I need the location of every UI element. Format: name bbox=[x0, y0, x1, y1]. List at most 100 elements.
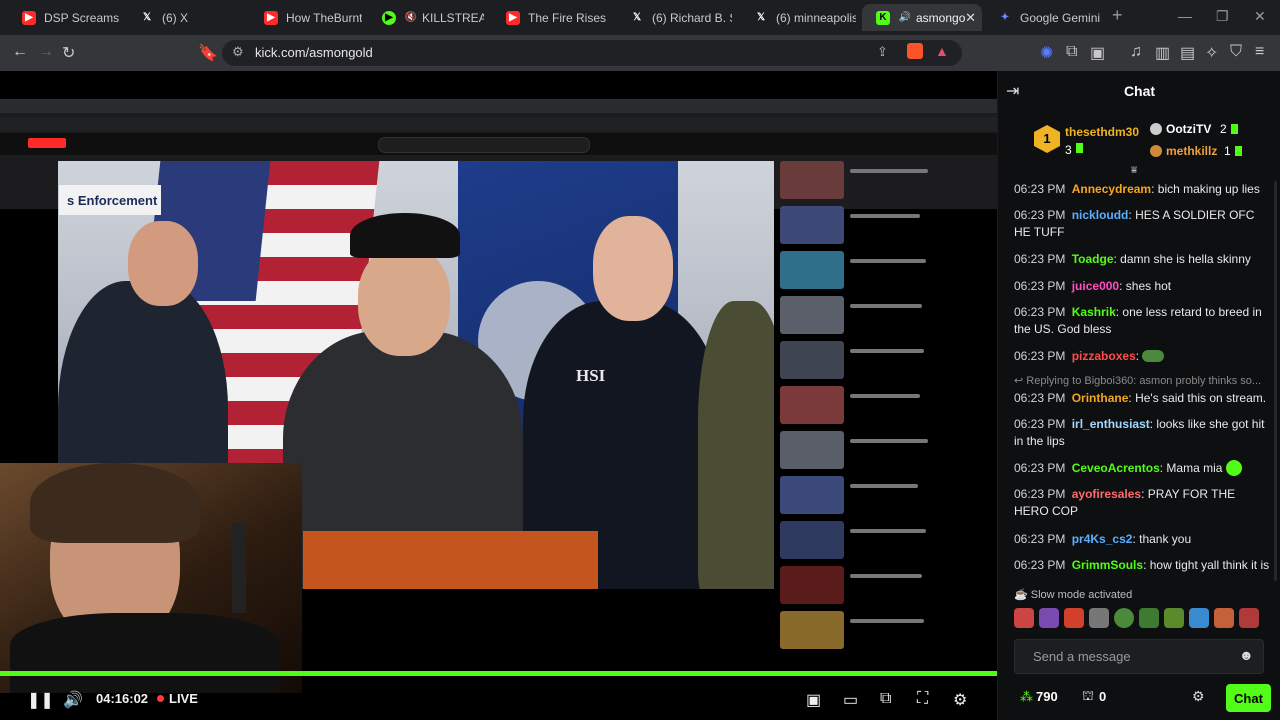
wallet-icon[interactable]: ▤ bbox=[1180, 43, 1195, 63]
chat-message[interactable]: 06:23 PM Annecydream: bich making up lie… bbox=[1014, 181, 1270, 198]
live-dot bbox=[157, 695, 164, 702]
chat-message[interactable]: 06:23 PM Orinthane: He's said this on st… bbox=[1014, 390, 1270, 407]
menu-icon[interactable]: ≡ bbox=[1255, 43, 1264, 61]
message-user[interactable]: Toadge bbox=[1072, 252, 1114, 266]
emote-icon[interactable] bbox=[1089, 608, 1109, 628]
message-user[interactable]: pr4Ks_cs2 bbox=[1072, 532, 1133, 546]
audio-icon[interactable]: 🔊 bbox=[898, 11, 912, 25]
chat-message[interactable]: 06:23 PM CeveoAcrentos: Mama mia bbox=[1014, 460, 1270, 477]
back-icon[interactable]: ← bbox=[12, 43, 28, 61]
media-icon[interactable]: ♫ bbox=[1130, 43, 1142, 61]
message-user[interactable]: juice000 bbox=[1072, 279, 1119, 293]
emote-icon[interactable] bbox=[1114, 608, 1134, 628]
browser-tab[interactable]: ▶ The Fire Rises HO bbox=[492, 4, 614, 31]
stream-progress-bar[interactable] bbox=[0, 671, 997, 676]
browser-tab[interactable]: 𝕏 (6) Richard B. Spe bbox=[616, 4, 738, 31]
restore-icon[interactable]: ❐ bbox=[1216, 8, 1229, 25]
chat-message[interactable]: 06:23 PM juice000: shes hot bbox=[1014, 278, 1270, 295]
chat-message[interactable]: 06:23 PM GrimmSouls: how tight yall thin… bbox=[1014, 557, 1270, 574]
browser-tab[interactable]: 𝕏 (6) X bbox=[126, 4, 250, 31]
message-user[interactable]: CeveoAcrentos bbox=[1072, 461, 1160, 475]
video-player[interactable]: HSI s Enforcement ❚❚ 🔊 04:16:02 LIVE ▣ ▭… bbox=[0, 71, 997, 720]
chat-message[interactable]: 06:23 PM irl_enthusiast: looks like she … bbox=[1014, 416, 1270, 450]
browser-tab-active[interactable]: K 🔊 asmongold ✕ bbox=[862, 4, 982, 31]
send-chat-button[interactable]: Chat bbox=[1226, 684, 1271, 712]
puzzle-icon[interactable]: ⧉ bbox=[1066, 43, 1077, 61]
emote-icon[interactable] bbox=[1214, 608, 1234, 628]
emote-icon[interactable] bbox=[1239, 608, 1259, 628]
message-user[interactable]: Orinthane bbox=[1072, 391, 1129, 405]
emote-icon[interactable] bbox=[1014, 608, 1034, 628]
message-user[interactable]: GrimmSouls bbox=[1072, 558, 1143, 572]
settings-gear-icon[interactable]: ⚙ bbox=[953, 690, 967, 710]
chat-message[interactable]: 06:23 PM pr4Ks_cs2: thank you bbox=[1014, 531, 1270, 548]
forward-icon[interactable]: → bbox=[38, 43, 54, 61]
browser-tab[interactable]: 𝕏 (6) minneapolis sh bbox=[740, 4, 862, 31]
brave-shields-icon[interactable] bbox=[907, 43, 923, 59]
message-user[interactable]: nickloudd bbox=[1072, 208, 1129, 222]
video-title-line bbox=[850, 169, 928, 173]
live-indicator[interactable]: LIVE bbox=[157, 691, 198, 706]
chat-settings-icon[interactable]: ⚙ bbox=[1192, 688, 1205, 705]
message-user[interactable]: pizzaboxes bbox=[1072, 349, 1136, 363]
browser-toolbar: ← → ↻ 🔖 ⚙ kick.com/asmongold ⇪ ▲ ✺ ⧉ ▣ ♫… bbox=[0, 35, 1280, 71]
video-title-line bbox=[850, 394, 920, 398]
minimize-icon[interactable]: — bbox=[1178, 8, 1192, 24]
url-text[interactable]: kick.com/asmongold bbox=[255, 45, 373, 60]
share-icon[interactable]: ⇪ bbox=[877, 44, 888, 60]
gifter-badge-icon: 1 bbox=[1034, 125, 1060, 153]
emote-icon[interactable] bbox=[1189, 608, 1209, 628]
muted-icon[interactable]: 🔇 bbox=[404, 11, 418, 25]
expand-pins-icon[interactable]: ⩸ bbox=[1131, 165, 1137, 176]
tab-search-icon[interactable]: ▣ bbox=[1090, 43, 1105, 63]
volume-icon[interactable]: 🔊 bbox=[63, 690, 83, 710]
reload-icon[interactable]: ↻ bbox=[62, 43, 75, 63]
emote-icon[interactable] bbox=[1064, 608, 1084, 628]
fullscreen-icon[interactable]: ⛶ bbox=[917, 690, 928, 708]
site-info-icon[interactable]: ⚙ bbox=[232, 44, 244, 60]
theater-icon[interactable]: ▭ bbox=[843, 690, 858, 710]
vpn-icon[interactable]: ⛉ bbox=[1230, 43, 1242, 61]
message-user[interactable]: ayofiresales bbox=[1072, 487, 1141, 501]
third-gifter-name[interactable]: methkillz bbox=[1166, 144, 1217, 158]
emote-icon[interactable] bbox=[1039, 608, 1059, 628]
chat-message[interactable]: 06:23 PM pizzaboxes: bbox=[1014, 348, 1270, 365]
address-bar[interactable]: ⚙ kick.com/asmongold ⇪ ▲ bbox=[222, 40, 962, 66]
chat-message[interactable]: 06:23 PM Toadge: damn she is hella skinn… bbox=[1014, 251, 1270, 268]
chat-input-box[interactable]: ☻ bbox=[1014, 639, 1264, 674]
browser-tab[interactable]: ▶ How TheBurntPea bbox=[250, 4, 368, 31]
window-close-icon[interactable]: ✕ bbox=[1254, 8, 1266, 25]
pause-icon[interactable]: ❚❚ bbox=[27, 690, 54, 710]
chat-message[interactable]: 06:23 PM Kashrik: one less retard to bre… bbox=[1014, 304, 1270, 338]
bookmark-icon[interactable]: 🔖 bbox=[198, 43, 218, 63]
slow-mode-icon: ☕ bbox=[1014, 589, 1028, 601]
chat-scrollbar[interactable] bbox=[1274, 181, 1277, 581]
chat-message-input[interactable] bbox=[1031, 648, 1235, 665]
pip-icon[interactable]: ⧉ bbox=[880, 690, 891, 708]
chat-message[interactable]: 06:23 PM nickloudd: HES A SOLDIER OFC HE… bbox=[1014, 207, 1270, 241]
chat-message[interactable]: 06:23 PM ayofiresales: PRAY FOR THE HERO… bbox=[1014, 486, 1270, 520]
leo-icon[interactable]: ✧ bbox=[1205, 43, 1218, 63]
browser-tab[interactable]: ✦ Google Gemini bbox=[984, 4, 1108, 31]
points-icon[interactable]: ⁂ bbox=[1020, 689, 1033, 705]
extension-icon[interactable]: ✺ bbox=[1040, 43, 1053, 63]
emote-icon[interactable] bbox=[1164, 608, 1184, 628]
message-user[interactable]: Annecydream bbox=[1072, 182, 1151, 196]
browser-tab[interactable]: ▶ DSP Screams at H bbox=[8, 4, 126, 31]
clip-icon[interactable]: ▣ bbox=[806, 690, 821, 710]
message-time: 06:23 PM bbox=[1014, 417, 1066, 431]
new-tab-icon[interactable]: + bbox=[1112, 5, 1123, 26]
message-time: 06:23 PM bbox=[1014, 461, 1066, 475]
sidebar-icon[interactable]: ▥ bbox=[1155, 43, 1170, 63]
reply-context[interactable]: ↩ Replying to Bigboi360: asmon probly th… bbox=[1014, 374, 1261, 387]
leaderboard-icon[interactable]: ⛫ bbox=[1082, 688, 1094, 706]
second-gifter-name[interactable]: OotziTV bbox=[1166, 122, 1211, 136]
top-gifter-name[interactable]: thesethdm30 bbox=[1065, 125, 1139, 139]
brave-rewards-icon[interactable]: ▲ bbox=[935, 43, 949, 59]
message-user[interactable]: irl_enthusiast bbox=[1072, 417, 1150, 431]
close-tab-icon[interactable]: ✕ bbox=[965, 10, 976, 26]
message-user[interactable]: Kashrik bbox=[1072, 305, 1116, 319]
browser-tab[interactable]: ▶ 🔇 KILLSTREAM: F bbox=[368, 4, 490, 31]
emote-icon[interactable] bbox=[1139, 608, 1159, 628]
emoji-picker-icon[interactable]: ☻ bbox=[1239, 647, 1254, 663]
